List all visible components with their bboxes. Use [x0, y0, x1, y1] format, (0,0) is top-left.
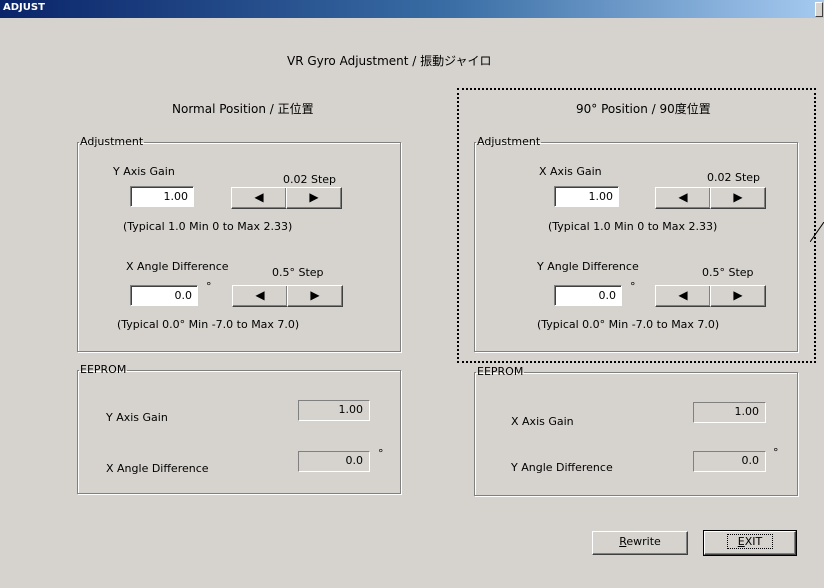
normal-gain-label: Y Axis Gain [113, 165, 175, 178]
rotated-angle-step-label: 0.5° Step [702, 266, 754, 279]
normal-eeprom-degree-symbol: ° [378, 447, 384, 460]
arrow-left-icon: ◀ [678, 190, 688, 204]
exit-focus-rect: EXIT [726, 534, 774, 549]
normal-eeprom-legend: EEPROM [80, 363, 127, 376]
rotated-eeprom-angle-label: Y Angle Difference [511, 461, 613, 474]
rotated-eeprom-angle-value: 0.0 [693, 451, 766, 472]
arrow-right-icon: ▶ [733, 288, 743, 302]
rotated-eeprom-group: EEPROM [474, 366, 798, 496]
rewrite-label: ewrite [626, 535, 661, 548]
arrow-left-icon: ◀ [678, 288, 688, 302]
normal-angle-input[interactable]: 0.0 [130, 285, 198, 306]
rotated-gain-hint: (Typical 1.0 Min 0 to Max 2.33) [548, 220, 718, 233]
normal-gain-decrement-button[interactable]: ◀ [231, 187, 287, 209]
arrow-left-icon: ◀ [254, 190, 264, 204]
rotated-angle-increment-button[interactable]: ▶ [710, 285, 766, 307]
rotated-eeprom-gain-label: X Axis Gain [511, 415, 574, 428]
exit-mnemonic: E [737, 535, 745, 548]
rewrite-button[interactable]: Rewrite [592, 531, 688, 555]
rotated-gain-input[interactable]: 1.00 [554, 186, 619, 207]
rotated-gain-decrement-button[interactable]: ◀ [655, 187, 711, 209]
normal-gain-increment-button[interactable]: ▶ [286, 187, 342, 209]
normal-gain-input[interactable]: 1.00 [130, 186, 194, 207]
exit-label: XIT [744, 535, 763, 548]
normal-eeprom-angle-label: X Angle Difference [106, 462, 209, 475]
rotated-angle-degree-symbol: ° [630, 280, 636, 293]
rotated-angle-decrement-button[interactable]: ◀ [655, 285, 711, 307]
rotated-position-title: 90° Position / 90度位置 [576, 102, 711, 116]
arrow-right-icon: ▶ [309, 190, 319, 204]
normal-angle-decrement-button[interactable]: ◀ [232, 285, 288, 307]
arrow-right-icon: ▶ [310, 288, 320, 302]
normal-adjustment-legend: Adjustment [80, 135, 144, 148]
normal-eeprom-gain-value: 1.00 [298, 400, 370, 421]
normal-angle-hint: (Typical 0.0° Min -7.0 to Max 7.0) [117, 318, 300, 331]
normal-angle-label: X Angle Difference [126, 260, 229, 273]
rotated-adjustment-legend: Adjustment [477, 135, 541, 148]
rotated-gain-increment-button[interactable]: ▶ [710, 187, 766, 209]
normal-eeprom-gain-label: Y Axis Gain [106, 411, 168, 424]
normal-angle-increment-button[interactable]: ▶ [287, 285, 343, 307]
pointer-line [810, 222, 824, 242]
arrow-right-icon: ▶ [733, 190, 743, 204]
rotated-eeprom-gain-value: 1.00 [693, 402, 766, 423]
exit-button[interactable]: EXIT [703, 530, 797, 556]
rotated-angle-input[interactable]: 0.0 [554, 285, 622, 306]
dialog-heading: VR Gyro Adjustment / 振動ジャイロ [287, 54, 492, 68]
rotated-gain-label: X Axis Gain [539, 165, 602, 178]
rotated-angle-label: Y Angle Difference [537, 260, 639, 273]
window-control-button[interactable] [815, 2, 823, 17]
arrow-left-icon: ◀ [255, 288, 265, 302]
normal-angle-degree-symbol: ° [206, 280, 212, 293]
normal-position-title: Normal Position / 正位置 [172, 102, 314, 116]
normal-gain-hint: (Typical 1.0 Min 0 to Max 2.33) [123, 220, 293, 233]
rotated-gain-step-label: 0.02 Step [707, 171, 761, 184]
rotated-eeprom-legend: EEPROM [477, 365, 524, 378]
normal-gain-step-label: 0.02 Step [283, 173, 337, 186]
rotated-eeprom-degree-symbol: ° [773, 446, 779, 459]
normal-angle-step-label: 0.5° Step [272, 266, 324, 279]
window-title: ADJUST [3, 2, 45, 13]
rotated-angle-hint: (Typical 0.0° Min -7.0 to Max 7.0) [537, 318, 720, 331]
title-bar: ADJUST [0, 0, 824, 18]
normal-eeprom-angle-value: 0.0 [298, 451, 370, 472]
